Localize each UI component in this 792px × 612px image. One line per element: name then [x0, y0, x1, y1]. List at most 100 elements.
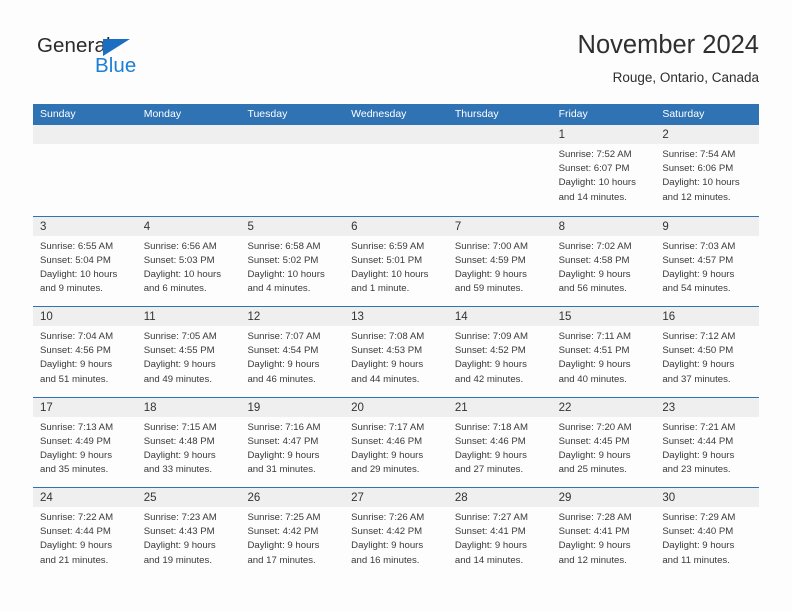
day-info: Sunrise: 7:23 AM Sunset: 4:43 PM Daylight:… — [137, 507, 241, 568]
day-number: 14 — [454, 311, 468, 323]
day-cell[interactable]: 2 Sunrise: 7:54 AM Sunset: 6:06 PM Daylight… — [655, 125, 760, 216]
day-number: 3 — [40, 220, 47, 233]
day-info: Sunrise: 7:02 AM Sunset: 4:58 PM Daylight:… — [552, 236, 656, 297]
day-cell[interactable]: 12 Sunrise: 7:07 AM Sunset: 4:54 PM Dayligh… — [240, 307, 345, 397]
day-number: 17 — [40, 401, 53, 414]
sunrise-text: Sunrise: 7:09 AM — [454, 331, 528, 342]
day-cell[interactable]: 15 Sunrise: 7:11 AM Sunset: 4:51 PM Dayligh… — [551, 307, 656, 397]
day-cell[interactable]: 21 Sunrise: 7:18 AM Sunset: 4:46 PM Dayligh… — [447, 397, 552, 488]
day-cell[interactable]: 30 Sunrise: 7:29 AM Sunset: 4:40 PM Dayligh… — [655, 488, 760, 578]
day-cell[interactable]: 27 Sunrise: 7:26 AM Sunset: 4:42 PM Dayligh… — [344, 488, 448, 578]
day-cell[interactable]: 17 Sunrise: 7:13 AM Sunset: 4:49 PM Dayligh… — [33, 397, 137, 488]
day-cell[interactable]: 10 Sunrise: 7:04 AM Sunset: 4:56 PM Dayligh… — [33, 307, 137, 397]
day-number: 4 — [143, 220, 151, 233]
day-cell[interactable]: 13 Sunrise: 7:08 AM Sunset: 4:53 PM Dayligh… — [344, 307, 448, 397]
daylight-text-line2: and 1 minute. — [351, 283, 410, 295]
daylight-text-line1: Daylight: 10 hours — [247, 268, 325, 280]
day-cell[interactable]: 7 Sunrise: 7:00 AM Sunset: 4:59 PM Daylight… — [447, 216, 552, 307]
sunset-text: Sunset: 4:42 PM — [351, 526, 423, 538]
sunset-text: Sunset: 5:03 PM — [143, 254, 215, 266]
day-cell[interactable]: 19 Sunrise: 7:16 AM Sunset: 4:47 PM Dayligh… — [240, 397, 345, 488]
day-number: 10 — [40, 311, 53, 323]
sunrise-text: Sunrise: 7:02 AM — [558, 240, 632, 252]
day-cell[interactable]: 26 Sunrise: 7:25 AM Sunset: 4:42 PM Dayligh… — [240, 488, 345, 578]
daylight-text-line2: and 59 minutes. — [454, 283, 524, 295]
day-cell[interactable]: 22 Sunrise: 7:20 AM Sunset: 4:45 PM Dayligh… — [551, 397, 656, 488]
day-cell[interactable]: 11 Sunrise: 7:05 AM Sunset: 4:55 PM Dayligh… — [136, 307, 241, 397]
daylight-text-line2: and 29 minutes. — [351, 464, 420, 476]
day-number: 16 — [662, 311, 676, 323]
sunrise-text: Sunrise: 7:52 AM — [558, 149, 632, 160]
day-number-band: 17 — [33, 397, 137, 417]
sunset-text: Sunset: 4:55 PM — [143, 345, 215, 357]
sunset-text: Sunset: 4:46 PM — [454, 435, 526, 447]
day-info: Sunrise: 7:08 AM Sunset: 4:53 PM Daylight:… — [344, 326, 448, 387]
day-number-band: 19 — [240, 397, 345, 417]
daylight-text-line1: Daylight: 9 hours — [558, 540, 631, 552]
day-cell[interactable]: 29 Sunrise: 7:28 AM Sunset: 4:41 PM Dayligh… — [551, 488, 656, 578]
day-number-band: 25 — [136, 488, 241, 507]
day-number: 22 — [558, 401, 572, 414]
day-info: Sunrise: 7:28 AM Sunset: 4:41 PM Daylight:… — [552, 507, 656, 568]
daylight-text-line1: Daylight: 9 hours — [454, 540, 527, 552]
calendar-grid: Sunday Monday Tuesday Wednesday Thursday… — [33, 104, 760, 578]
day-cell[interactable]: 18 Sunrise: 7:15 AM Sunset: 4:48 PM Dayligh… — [136, 397, 241, 488]
day-info: Sunrise: 7:15 AM Sunset: 4:48 PM Daylight:… — [137, 417, 241, 478]
day-cell[interactable]: 24 Sunrise: 7:22 AM Sunset: 4:44 PM Dayligh… — [33, 488, 137, 578]
daylight-text-line2: and 12 minutes. — [558, 554, 627, 566]
sunrise-text: Sunrise: 7:20 AM — [558, 421, 632, 433]
day-info: Sunrise: 7:22 AM Sunset: 4:44 PM Daylight:… — [33, 507, 137, 568]
day-number: 18 — [143, 401, 157, 414]
sunrise-text: Sunrise: 7:07 AM — [247, 331, 321, 342]
daylight-text-line2: and 44 minutes. — [351, 373, 420, 385]
day-cell[interactable]: 14 Sunrise: 7:09 AM Sunset: 4:52 PM Dayligh… — [447, 307, 552, 397]
day-cell[interactable]: 16 Sunrise: 7:12 AM Sunset: 4:50 PM Dayligh… — [655, 307, 760, 397]
day-cell[interactable]: 9 Sunrise: 7:03 AM Sunset: 4:57 PM Daylight… — [655, 216, 760, 307]
day-number-band: 11 — [136, 307, 241, 326]
sunset-text: Sunset: 4:41 PM — [558, 526, 630, 538]
week-row: 10 Sunrise: 7:04 AM Sunset: 4:56 PM Dayligh… — [33, 306, 760, 397]
daylight-text-line2: and 49 minutes. — [143, 373, 212, 385]
sunrise-text: Sunrise: 7:26 AM — [351, 512, 425, 523]
day-info: Sunrise: 7:05 AM Sunset: 4:55 PM Daylight:… — [137, 326, 241, 387]
day-number-band — [33, 125, 137, 144]
daylight-text-line1: Daylight: 9 hours — [143, 449, 216, 461]
day-cell[interactable]: 4 Sunrise: 6:56 AM Sunset: 5:03 PM Daylight… — [136, 216, 241, 307]
day-number: 7 — [454, 220, 462, 233]
daylight-text-line1: Daylight: 10 hours — [351, 268, 429, 280]
day-cell[interactable]: 25 Sunrise: 7:23 AM Sunset: 4:43 PM Dayligh… — [136, 488, 241, 578]
daylight-text-line1: Daylight: 9 hours — [662, 449, 735, 461]
daylight-text-line2: and 33 minutes. — [143, 464, 212, 476]
daylight-text-line2: and 19 minutes. — [143, 554, 212, 566]
day-number: 5 — [247, 220, 254, 233]
day-number-band: 1 — [551, 125, 656, 144]
day-number-band: 21 — [447, 397, 552, 417]
day-info: Sunrise: 7:21 AM Sunset: 4:44 PM Daylight:… — [655, 417, 759, 478]
sunset-text: Sunset: 4:46 PM — [351, 435, 423, 447]
day-cell[interactable]: 3 Sunrise: 6:55 AM Sunset: 5:04 PM Daylight… — [33, 216, 137, 307]
brand-logo[interactable]: General Blue — [33, 34, 213, 90]
day-cell[interactable]: 8 Sunrise: 7:02 AM Sunset: 4:58 PM Daylight… — [551, 216, 656, 307]
day-cell[interactable]: 5 Sunrise: 6:58 AM Sunset: 5:02 PM Daylight… — [240, 216, 345, 307]
day-number-band: 24 — [33, 488, 137, 507]
day-cell[interactable]: 28 Sunrise: 7:27 AM Sunset: 4:41 PM Dayligh… — [447, 488, 552, 578]
daylight-text-line2: and 25 minutes. — [558, 464, 627, 476]
day-cell[interactable]: 20 Sunrise: 7:17 AM Sunset: 4:46 PM Dayligh… — [344, 397, 448, 488]
daylight-text-line2: and 14 minutes. — [454, 554, 524, 566]
day-cell[interactable]: 6 Sunrise: 6:59 AM Sunset: 5:01 PM Daylight… — [344, 216, 448, 307]
day-cell[interactable]: 1 Sunrise: 7:52 AM Sunset: 6:07 PM Daylight… — [551, 125, 656, 216]
sunrise-text: Sunrise: 6:56 AM — [143, 240, 217, 252]
daylight-text-line1: Daylight: 9 hours — [662, 540, 735, 552]
day-cell[interactable]: 23 Sunrise: 7:21 AM Sunset: 4:44 PM Dayligh… — [655, 397, 760, 488]
day-number: 29 — [558, 492, 572, 504]
day-number-band: 30 — [655, 488, 760, 507]
daylight-text-line1: Daylight: 9 hours — [40, 540, 112, 552]
page-subtitle-location: Rouge, Ontario, Canada — [612, 70, 759, 85]
sunset-text: Sunset: 4:51 PM — [558, 345, 630, 357]
day-number-band: 12 — [240, 307, 345, 326]
day-info: Sunrise: 7:29 AM Sunset: 4:40 PM Daylight:… — [655, 507, 759, 568]
day-info: Sunrise: 7:27 AM Sunset: 4:41 PM Daylight:… — [448, 507, 552, 568]
day-number-band — [136, 125, 241, 144]
day-number: 9 — [662, 220, 669, 233]
day-number-band: 3 — [33, 216, 137, 236]
